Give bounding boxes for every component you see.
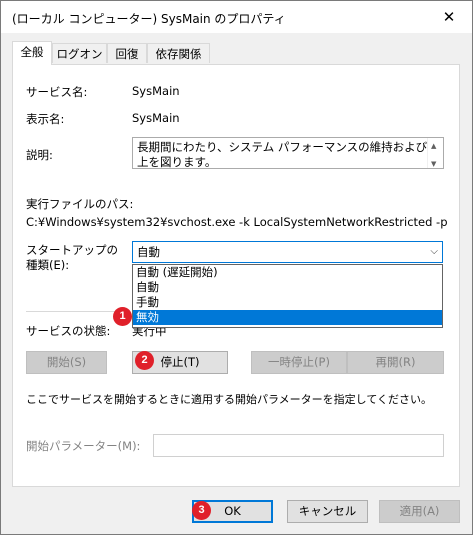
resume-service-button[interactable]: 再開(R): [347, 351, 444, 374]
startup-type-label-line2: 種類(E):: [26, 258, 70, 272]
start-params-label: 開始パラメーター(M):: [26, 439, 141, 453]
startup-option-auto-delayed[interactable]: 自動 (遅延開始): [133, 265, 442, 280]
apply-button[interactable]: 適用(A): [379, 500, 460, 523]
scroll-down-icon[interactable]: ▼: [431, 157, 436, 172]
tab-general[interactable]: 全般: [12, 41, 52, 65]
display-name-value: SysMain: [132, 111, 180, 125]
scroll-up-icon[interactable]: ▲: [431, 139, 436, 154]
window-title: (ローカル コンピューター) SysMain のプロパティ: [12, 12, 286, 26]
start-params-hint: ここでサービスを開始するときに適用する開始パラメーターを指定してください。: [26, 393, 433, 406]
display-name-label: 表示名:: [26, 112, 65, 126]
startup-type-select[interactable]: 自動 ⌵: [132, 241, 443, 263]
general-panel: サービス名: SysMain 表示名: SysMain 説明: 長期間にわたり、…: [12, 64, 460, 487]
tab-recovery[interactable]: 回復: [107, 43, 147, 63]
exe-path-value: C:¥Windows¥system32¥svchost.exe -k Local…: [26, 215, 448, 229]
close-button[interactable]: ✕: [426, 1, 472, 33]
chevron-down-icon: ⌵: [430, 246, 438, 257]
annotation-badge-3: 3: [192, 501, 211, 520]
pause-service-button[interactable]: 一時停止(P): [251, 351, 347, 374]
startup-option-disabled[interactable]: 無効: [133, 310, 442, 325]
annotation-badge-1: 1: [113, 307, 132, 326]
properties-dialog: (ローカル コンピューター) SysMain のプロパティ ✕ 全般 ログオン …: [0, 0, 473, 535]
service-name-label: サービス名:: [26, 85, 88, 99]
description-scrollbar[interactable]: ▲ ▼: [427, 138, 443, 168]
tab-logon[interactable]: ログオン: [52, 43, 107, 63]
cancel-button[interactable]: キャンセル: [287, 500, 368, 523]
description-box[interactable]: 長期間にわたり、システム パフォーマンスの維持および向上を図ります。 ▲ ▼: [132, 137, 444, 169]
startup-type-label-line1: スタートアップの: [26, 243, 118, 257]
description-label: 説明:: [26, 148, 53, 162]
description-text: 長期間にわたり、システム パフォーマンスの維持および向上を図ります。: [137, 140, 439, 169]
section-divider: [26, 311, 126, 312]
tab-dependencies[interactable]: 依存関係: [147, 43, 210, 63]
close-icon: ✕: [442, 8, 456, 26]
start-params-input[interactable]: [153, 434, 444, 457]
service-status-label: サービスの状態:: [26, 324, 111, 338]
startup-type-selected: 自動: [137, 245, 160, 259]
startup-type-dropdown: 自動 (遅延開始) 自動 手動 無効: [132, 264, 443, 328]
service-name-value: SysMain: [132, 84, 180, 98]
start-service-button[interactable]: 開始(S): [26, 351, 107, 374]
exe-path-label: 実行ファイルのパス:: [26, 197, 134, 211]
annotation-badge-2: 2: [135, 351, 154, 370]
title-bar[interactable]: (ローカル コンピューター) SysMain のプロパティ ✕: [1, 1, 472, 33]
startup-option-auto[interactable]: 自動: [133, 280, 442, 295]
startup-option-manual[interactable]: 手動: [133, 295, 442, 310]
